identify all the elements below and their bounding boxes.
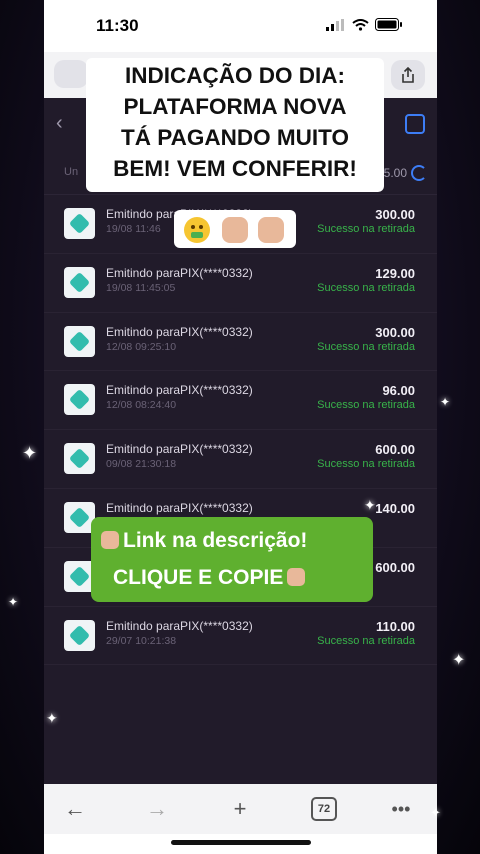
pix-logo-icon — [64, 619, 95, 651]
new-tab-plus-icon[interactable]: + — [225, 794, 255, 824]
transaction-title: Emitindo paraPIX(****0332) — [106, 265, 253, 280]
sparkle-icon: ✦ — [22, 443, 38, 463]
transaction-date: 12/08 09:25:10 — [106, 340, 177, 353]
transaction-status: Sucesso na retirada — [317, 340, 415, 353]
transaction-row[interactable]: Emitindo paraPIX(****0332) 09/08 21:30:18… — [44, 430, 437, 489]
transaction-date: 09/08 21:30:18 — [106, 458, 177, 471]
pointing-down-emoji-icon — [101, 531, 119, 549]
transaction-amount: 300.00 — [375, 324, 415, 340]
transaction-status: Sucesso na retirada — [317, 399, 415, 412]
forward-arrow-icon[interactable]: → — [142, 794, 172, 824]
transaction-row[interactable]: Emitindo paraPIX(****0332) 12/08 08:24:40… — [44, 371, 437, 431]
share-button[interactable] — [391, 60, 425, 90]
caption-line: BEM! VEM CONFERIR! — [113, 156, 357, 181]
caption-line: PLATAFORMA NOVA — [123, 94, 347, 119]
sparkle-icon: ✦ — [8, 595, 19, 609]
transaction-amount: 110.00 — [375, 618, 415, 634]
emoji-caption — [174, 210, 296, 248]
money-mouth-face-emoji-icon — [184, 217, 210, 243]
transaction-row[interactable]: Emitindo paraPIX(****0332) 19/08 11:45:05… — [44, 254, 437, 313]
sparkle-icon: ✦ — [46, 710, 58, 726]
wifi-icon — [352, 18, 369, 31]
pointing-down-emoji-icon — [258, 217, 284, 243]
withdrawal-history-page: ‹ Un 5.00 Emitindo paraPIX(****0332)19/0… — [44, 98, 437, 784]
transaction-date: 19/08 11:45:05 — [106, 281, 176, 294]
tabs-count: 72 — [311, 797, 337, 821]
promo-caption: INDICAÇÃO DO DIA: PLATAFORMA NOVA TÁ PAG… — [86, 58, 384, 192]
caption-line: TÁ PAGANDO MUITO — [121, 125, 349, 150]
address-bar-pill[interactable] — [54, 60, 88, 88]
status-bar: 11:30 — [44, 0, 437, 52]
status-time: 11:30 — [96, 16, 139, 35]
cta-line-2: CLIQUE E COPIE — [113, 566, 306, 590]
refresh-icon[interactable] — [411, 165, 427, 181]
transaction-amount: 129.00 — [375, 265, 415, 281]
pointing-down-emoji-icon — [222, 217, 248, 243]
transaction-status: Sucesso na retirada — [317, 634, 415, 647]
sparkle-icon: ✦ — [364, 497, 376, 513]
transaction-amount: 300.00 — [375, 207, 415, 222]
header-action-icon[interactable] — [405, 114, 425, 134]
transaction-date: 19/08 11:46 — [106, 223, 161, 235]
sparkle-icon: ✦ — [440, 395, 451, 409]
pix-logo-icon — [64, 443, 95, 475]
sparkle-icon: ✦ — [452, 652, 466, 669]
transaction-title: Emitindo paraPIX(****0332) — [106, 500, 253, 515]
transaction-title: Emitindo paraPIX(****0332) — [106, 383, 253, 398]
home-indicator — [44, 834, 437, 854]
transaction-title: Emitindo paraPIX(****0332) — [106, 442, 253, 457]
share-icon — [402, 67, 414, 83]
pix-logo-icon — [64, 384, 95, 416]
transaction-row[interactable]: Emitindo paraPIX(****0332) 29/07 10:21:38… — [44, 607, 437, 666]
tabs-button[interactable]: 72 — [311, 794, 337, 824]
back-arrow-icon[interactable]: ← — [60, 794, 90, 824]
summary-label: Un — [64, 166, 79, 178]
transaction-status: Sucesso na retirada — [317, 458, 415, 471]
caption-line: INDICAÇÃO DO DIA: — [125, 63, 345, 88]
transaction-date: 29/07 10:21:38 — [106, 634, 177, 647]
transaction-amount: 600.00 — [375, 442, 415, 458]
pix-logo-icon — [64, 325, 95, 357]
transaction-amount: 96.00 — [382, 383, 415, 399]
battery-icon — [375, 18, 402, 31]
transaction-row[interactable]: Emitindo paraPIX(****0332) 12/08 09:25:10… — [44, 313, 437, 372]
transaction-date: 12/08 08:24:40 — [106, 399, 177, 412]
pointing-down-emoji-icon — [287, 568, 306, 586]
back-chevron-icon[interactable]: ‹ — [56, 112, 63, 135]
transaction-status: Sucesso na retirada — [317, 223, 415, 235]
cta-line-1-text: Link na descrição! — [123, 529, 308, 552]
cta-banner: Link na descrição! CLIQUE E COPIE — [91, 517, 373, 602]
cta-line-2-text: CLIQUE E COPIE — [113, 566, 284, 589]
transaction-amount: 140.00 — [375, 500, 415, 516]
transaction-title: Emitindo paraPIX(****0332) — [106, 324, 253, 339]
transaction-title: Emitindo paraPIX(****0332) — [106, 618, 253, 633]
pix-logo-icon — [64, 266, 95, 298]
transaction-amount: 600.00 — [375, 559, 415, 575]
sparkle-icon: ✦ — [430, 805, 441, 820]
summary-value: 5.00 — [383, 166, 407, 180]
pix-logo-icon — [64, 208, 95, 239]
browser-toolbar: ← → + 72 ••• — [44, 784, 437, 834]
transaction-status: Sucesso na retirada — [317, 281, 415, 294]
status-icons — [326, 18, 403, 31]
more-options-icon[interactable]: ••• — [388, 794, 414, 824]
signal-icon — [326, 18, 344, 31]
cta-line-1: Link na descrição! — [101, 529, 307, 553]
